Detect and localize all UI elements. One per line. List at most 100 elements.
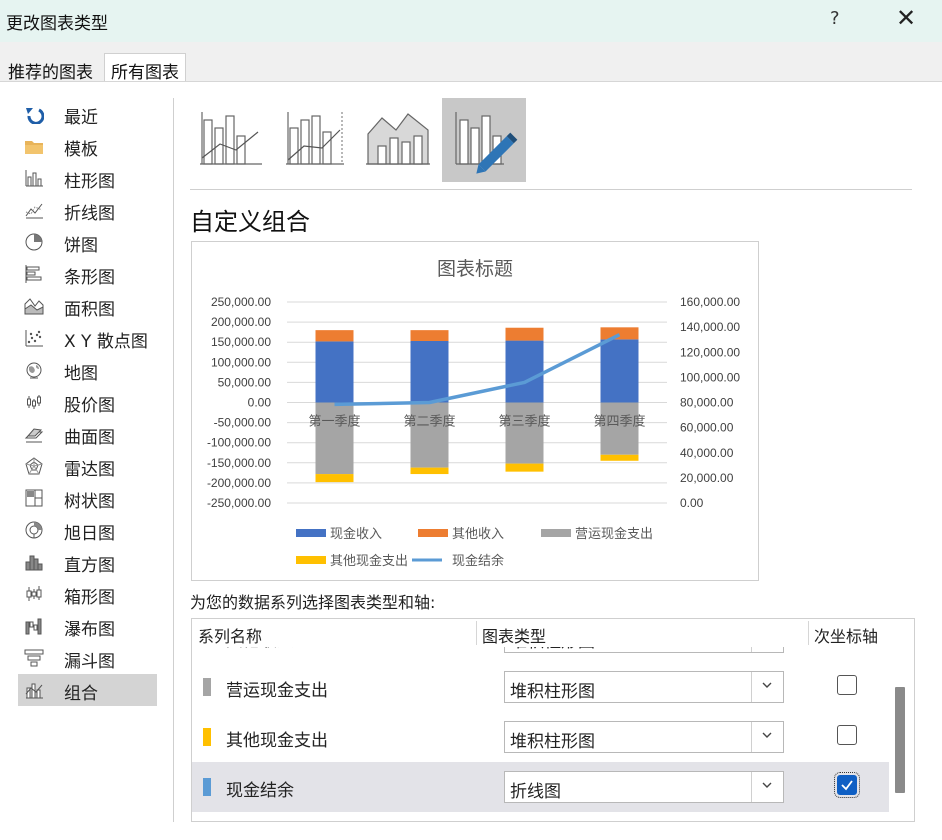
recent-icon [26, 108, 44, 124]
legend-label: 营运现金支出 [575, 526, 653, 541]
y-tick-label: -200,000.00 [207, 476, 271, 490]
chart-type-dropdown[interactable]: 折线图 [504, 771, 784, 803]
sidebar-item-pie-chart[interactable]: 饼图 [18, 226, 157, 258]
chart-type-dropdown[interactable]: 堆积柱形图 [504, 671, 784, 703]
pie-chart-icon [25, 233, 43, 251]
series-name: 营运现金支出 [226, 681, 328, 701]
sidebar-item-map-chart[interactable]: 地图 [18, 354, 157, 386]
y2-tick-label: 40,000.00 [680, 446, 734, 460]
sidebar-item-stock-chart[interactable]: 股价图 [18, 386, 157, 418]
line-chart-icon [25, 203, 43, 219]
subtype-column-line-secondary-axis[interactable] [274, 98, 358, 182]
sidebar-item-folder[interactable]: 模板 [18, 130, 157, 162]
folder-icon [25, 141, 43, 154]
series-scrollbar[interactable] [890, 647, 914, 821]
series-row[interactable]: 营运现金支出 堆积柱形图 [192, 662, 889, 712]
subtype-stacked-area-column[interactable] [358, 98, 442, 182]
sidebar-item-scatter-chart[interactable]: X Y 散点图 [18, 322, 157, 354]
radar-chart-icon [25, 457, 43, 475]
sidebar-item-line-chart[interactable]: 折线图 [18, 194, 157, 226]
chart-type-dropdown[interactable]: 堆积柱形图 [504, 647, 784, 653]
secondary-axis-checkbox[interactable] [837, 675, 857, 695]
sidebar-item-treemap-chart[interactable]: 树状图 [18, 482, 157, 514]
header-chart-type: 图表类型 [482, 627, 547, 646]
funnel-chart-icon [24, 649, 44, 667]
subtype-clustered-column-line[interactable] [190, 98, 274, 182]
combo-column-line-icon [200, 112, 262, 165]
scrollbar-thumb[interactable] [895, 687, 905, 793]
dropdown-button[interactable] [751, 672, 783, 702]
sidebar-item-box-whisker-chart[interactable]: 箱形图 [18, 578, 157, 610]
help-button[interactable]: ? [830, 8, 840, 29]
dropdown-button[interactable] [751, 647, 783, 652]
dialog-title: 更改图表类型 [6, 14, 108, 34]
secondary-axis-checkbox[interactable] [837, 725, 857, 745]
dropdown-button[interactable] [751, 772, 783, 802]
tab-content: 最近 模板 柱形图 折线图 饼图 条形图 面积图 X Y 散点图 地图 股价图 曲面图 雷达图 树状图旭… [0, 82, 942, 840]
bar-其他现金支出 [315, 474, 354, 483]
y-tick-label: 200,000.00 [211, 315, 271, 329]
sidebar-item-label: 瀑布图 [64, 620, 115, 640]
series-row[interactable]: 其他现金支出 堆积柱形图 [192, 712, 889, 762]
bar-现金收入 [410, 340, 449, 403]
sidebar-item-area-chart[interactable]: 面积图 [18, 290, 157, 322]
custom-combo-icon [455, 112, 518, 174]
y-tick-label: 0.00 [248, 396, 272, 410]
header-series-name: 系列名称 [198, 627, 263, 646]
combo-area-column-icon [366, 113, 430, 165]
y-tick-label: -150,000.00 [207, 456, 271, 470]
series-color-swatch [203, 728, 211, 746]
series-table-header: 系列名称 图表类型 次坐标轴 [192, 619, 914, 647]
secondary-axis-checkbox[interactable] [834, 772, 860, 798]
chart-type-dropdown[interactable]: 堆积柱形图 [504, 721, 784, 753]
chevron-down-icon [762, 682, 772, 688]
y2-tick-label: 80,000.00 [680, 396, 734, 410]
sidebar-item-sunburst-chart[interactable]: 旭日图 [18, 514, 157, 546]
tab-bar: 推荐的图表 所有图表 [0, 42, 942, 83]
treemap-chart-icon [25, 489, 43, 507]
series-row[interactable]: 现金结余 折线图 [192, 762, 889, 812]
sidebar-item-label: 最近 [64, 108, 98, 128]
dropdown-button[interactable] [751, 722, 783, 752]
sidebar-item-surface-chart[interactable]: 曲面图 [18, 418, 157, 450]
histogram-chart-icon [25, 555, 43, 571]
sidebar-item-histogram-chart[interactable]: 直方图 [18, 546, 157, 578]
legend-swatch [418, 529, 448, 537]
sidebar-item-recent[interactable]: 最近 [18, 98, 157, 130]
sunburst-chart-icon [25, 521, 43, 539]
map-chart-icon [26, 362, 42, 379]
y-tick-label: -50,000.00 [214, 416, 272, 430]
subtype-custom-combination[interactable] [442, 98, 526, 182]
chevron-down-icon [762, 782, 772, 788]
sidebar-item-bar-chart[interactable]: 条形图 [18, 258, 157, 290]
category-label: 第四季度 [593, 414, 645, 429]
tab-recommended-charts[interactable]: 推荐的图表 [2, 54, 99, 83]
sidebar-item-label: 股价图 [64, 396, 115, 416]
column-divider [476, 621, 477, 645]
bar-chart-icon [25, 265, 42, 283]
bar-营运现金支出 [505, 402, 544, 464]
checkmark-icon [841, 780, 853, 791]
sidebar-item-label: 模板 [64, 140, 98, 160]
chart-type-value: 堆积柱形图 [510, 732, 595, 752]
sidebar-item-label: 柱形图 [64, 172, 115, 192]
sidebar-item-label: 曲面图 [64, 428, 115, 448]
series-row[interactable]: 其他收入 堆积柱形图 [192, 647, 889, 662]
combo-chart-icon [25, 683, 43, 699]
category-label: 第二季度 [403, 414, 455, 429]
sidebar-item-combo-chart[interactable]: 组合 [18, 674, 157, 706]
surface-chart-icon [24, 428, 44, 443]
category-label: 第三季度 [498, 414, 550, 429]
sidebar-item-radar-chart[interactable]: 雷达图 [18, 450, 157, 482]
sidebar-item-waterfall-chart[interactable]: 瀑布图 [18, 610, 157, 642]
bar-其他收入 [410, 330, 449, 341]
sidebar-item-funnel-chart[interactable]: 漏斗图 [18, 642, 157, 674]
sidebar-item-label: 面积图 [64, 300, 115, 320]
combo-chart: 图表标题 250,000.00 200,000.00 150,000.00 100,00… [207, 258, 740, 568]
area-chart-icon [24, 298, 44, 315]
sidebar-item-column-chart[interactable]: 柱形图 [18, 162, 157, 194]
close-button[interactable]: ✕ [896, 4, 916, 32]
tab-all-charts[interactable]: 所有图表 [104, 53, 186, 83]
bar-现金收入 [505, 340, 544, 403]
series-table: 系列名称 图表类型 次坐标轴 其他收入堆积柱形图营运现金支出堆积柱形图其他现金支… [191, 618, 915, 822]
